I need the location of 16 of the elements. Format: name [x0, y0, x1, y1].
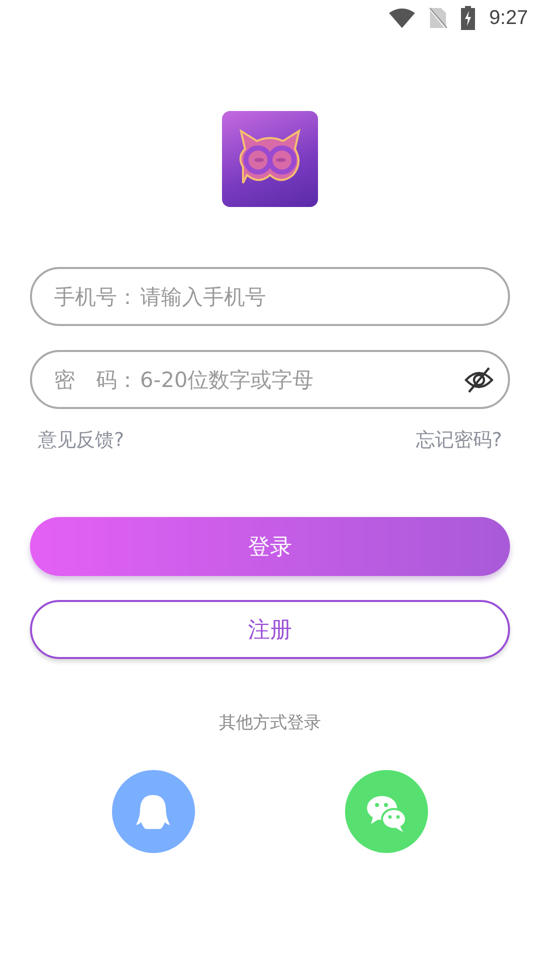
- feedback-link[interactable]: 意见反馈?: [38, 427, 124, 453]
- field-label: 手机号：: [54, 284, 138, 310]
- other-login-label: 其他方式登录: [219, 712, 321, 734]
- wifi-icon: [389, 8, 416, 28]
- status-time: 9:27: [489, 6, 528, 30]
- password-field[interactable]: 密 码：6-20位数字或字母: [30, 350, 510, 409]
- hide-password-icon[interactable]: [464, 366, 494, 394]
- no-sim-icon: [429, 7, 448, 29]
- phone-input[interactable]: 请输入手机号: [138, 284, 494, 310]
- field-label: 密 码：: [54, 366, 138, 394]
- register-button[interactable]: 注册: [30, 600, 510, 659]
- forgot-password-link[interactable]: 忘记密码?: [416, 427, 502, 453]
- phone-field[interactable]: 手机号：请输入手机号: [30, 267, 510, 326]
- login-button[interactable]: 登录: [30, 517, 510, 576]
- password-input[interactable]: 6-20位数字或字母: [138, 366, 464, 392]
- battery-icon: [461, 6, 476, 30]
